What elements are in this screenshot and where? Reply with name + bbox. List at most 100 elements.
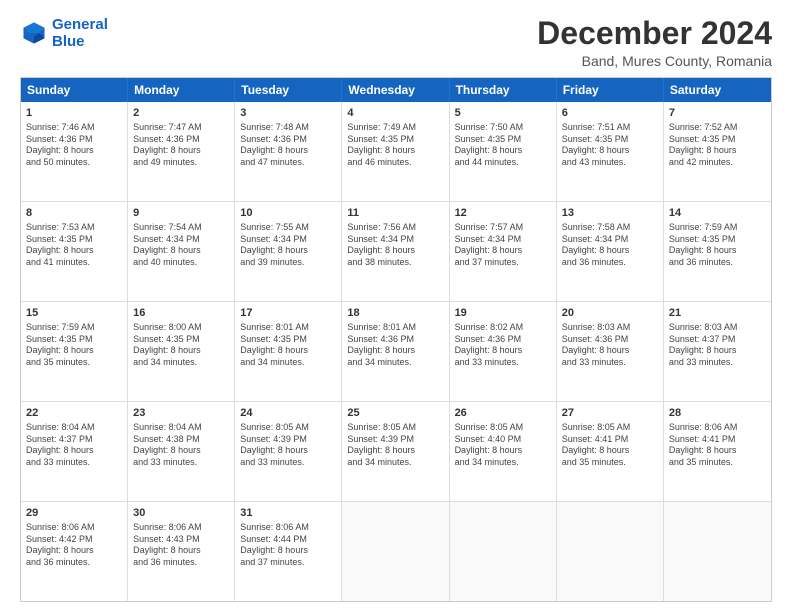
day-cell-30: 30Sunrise: 8:06 AMSunset: 4:43 PMDayligh…	[128, 502, 235, 601]
cell-line: and 36 minutes.	[133, 557, 229, 569]
cell-line: Sunset: 4:41 PM	[669, 434, 766, 446]
day-number: 24	[240, 406, 336, 421]
cell-line: Sunset: 4:36 PM	[347, 334, 443, 346]
day-number: 2	[133, 106, 229, 121]
day-cell-31: 31Sunrise: 8:06 AMSunset: 4:44 PMDayligh…	[235, 502, 342, 601]
cell-line: Sunset: 4:34 PM	[133, 234, 229, 246]
calendar-header: SundayMondayTuesdayWednesdayThursdayFrid…	[21, 78, 771, 102]
cell-line: and 36 minutes.	[669, 257, 766, 269]
cell-line: Daylight: 8 hours	[240, 445, 336, 457]
day-number: 7	[669, 106, 766, 121]
day-number: 3	[240, 106, 336, 121]
day-number: 30	[133, 506, 229, 521]
cell-line: Sunrise: 8:06 AM	[133, 522, 229, 534]
cell-line: Daylight: 8 hours	[562, 145, 658, 157]
cell-line: Sunset: 4:36 PM	[562, 334, 658, 346]
cell-line: Sunrise: 7:47 AM	[133, 122, 229, 134]
day-header-tuesday: Tuesday	[235, 78, 342, 102]
cell-line: Sunrise: 8:01 AM	[347, 322, 443, 334]
cell-line: Sunset: 4:34 PM	[562, 234, 658, 246]
cell-line: Daylight: 8 hours	[26, 145, 122, 157]
cell-line: Sunrise: 8:05 AM	[347, 422, 443, 434]
cell-line: Sunset: 4:35 PM	[669, 134, 766, 146]
cell-line: and 47 minutes.	[240, 157, 336, 169]
day-number: 18	[347, 306, 443, 321]
day-cell-21: 21Sunrise: 8:03 AMSunset: 4:37 PMDayligh…	[664, 302, 771, 401]
cell-line: and 33 minutes.	[669, 357, 766, 369]
cell-line: Sunset: 4:35 PM	[669, 234, 766, 246]
day-cell-17: 17Sunrise: 8:01 AMSunset: 4:35 PMDayligh…	[235, 302, 342, 401]
cell-line: Sunrise: 7:59 AM	[669, 222, 766, 234]
cell-line: Daylight: 8 hours	[133, 245, 229, 257]
day-cell-11: 11Sunrise: 7:56 AMSunset: 4:34 PMDayligh…	[342, 202, 449, 301]
cell-line: Daylight: 8 hours	[347, 345, 443, 357]
day-cell-24: 24Sunrise: 8:05 AMSunset: 4:39 PMDayligh…	[235, 402, 342, 501]
day-number: 16	[133, 306, 229, 321]
cell-line: Sunrise: 8:03 AM	[562, 322, 658, 334]
cell-line: and 44 minutes.	[455, 157, 551, 169]
day-cell-29: 29Sunrise: 8:06 AMSunset: 4:42 PMDayligh…	[21, 502, 128, 601]
cell-line: Sunset: 4:37 PM	[26, 434, 122, 446]
cell-line: Sunrise: 7:56 AM	[347, 222, 443, 234]
day-number: 9	[133, 206, 229, 221]
cell-line: Daylight: 8 hours	[240, 345, 336, 357]
day-cell-20: 20Sunrise: 8:03 AMSunset: 4:36 PMDayligh…	[557, 302, 664, 401]
cell-line: Daylight: 8 hours	[669, 245, 766, 257]
cell-line: Sunrise: 8:00 AM	[133, 322, 229, 334]
empty-cell-4-4	[450, 502, 557, 601]
cell-line: and 33 minutes.	[240, 457, 336, 469]
cell-line: Sunrise: 7:51 AM	[562, 122, 658, 134]
day-header-thursday: Thursday	[450, 78, 557, 102]
cell-line: and 49 minutes.	[133, 157, 229, 169]
day-cell-13: 13Sunrise: 7:58 AMSunset: 4:34 PMDayligh…	[557, 202, 664, 301]
day-number: 13	[562, 206, 658, 221]
cell-line: Daylight: 8 hours	[562, 445, 658, 457]
cell-line: Sunrise: 8:03 AM	[669, 322, 766, 334]
day-number: 20	[562, 306, 658, 321]
cell-line: Sunset: 4:38 PM	[133, 434, 229, 446]
logo-text: General Blue	[52, 16, 108, 51]
cell-line: and 33 minutes.	[26, 457, 122, 469]
cell-line: Daylight: 8 hours	[240, 245, 336, 257]
logo-icon	[20, 19, 48, 47]
cell-line: Sunset: 4:37 PM	[669, 334, 766, 346]
day-header-monday: Monday	[128, 78, 235, 102]
day-number: 26	[455, 406, 551, 421]
day-number: 8	[26, 206, 122, 221]
day-cell-12: 12Sunrise: 7:57 AMSunset: 4:34 PMDayligh…	[450, 202, 557, 301]
day-number: 22	[26, 406, 122, 421]
day-cell-14: 14Sunrise: 7:59 AMSunset: 4:35 PMDayligh…	[664, 202, 771, 301]
day-cell-3: 3Sunrise: 7:48 AMSunset: 4:36 PMDaylight…	[235, 102, 342, 201]
cell-line: Sunset: 4:36 PM	[240, 134, 336, 146]
day-number: 4	[347, 106, 443, 121]
day-number: 29	[26, 506, 122, 521]
cell-line: Sunrise: 7:52 AM	[669, 122, 766, 134]
cell-line: Sunset: 4:39 PM	[347, 434, 443, 446]
main-title: December 2024	[537, 16, 772, 51]
cell-line: Daylight: 8 hours	[562, 345, 658, 357]
cell-line: Daylight: 8 hours	[240, 545, 336, 557]
day-header-wednesday: Wednesday	[342, 78, 449, 102]
cell-line: and 33 minutes.	[133, 457, 229, 469]
day-number: 17	[240, 306, 336, 321]
day-header-sunday: Sunday	[21, 78, 128, 102]
day-cell-15: 15Sunrise: 7:59 AMSunset: 4:35 PMDayligh…	[21, 302, 128, 401]
cell-line: Sunrise: 7:53 AM	[26, 222, 122, 234]
cell-line: and 36 minutes.	[562, 257, 658, 269]
cell-line: Sunset: 4:34 PM	[347, 234, 443, 246]
day-cell-28: 28Sunrise: 8:06 AMSunset: 4:41 PMDayligh…	[664, 402, 771, 501]
cell-line: Sunrise: 7:57 AM	[455, 222, 551, 234]
cell-line: Daylight: 8 hours	[562, 245, 658, 257]
week-row-2: 8Sunrise: 7:53 AMSunset: 4:35 PMDaylight…	[21, 202, 771, 302]
cell-line: Daylight: 8 hours	[133, 145, 229, 157]
cell-line: and 33 minutes.	[562, 357, 658, 369]
cell-line: Sunset: 4:35 PM	[26, 334, 122, 346]
cell-line: and 38 minutes.	[347, 257, 443, 269]
day-cell-18: 18Sunrise: 8:01 AMSunset: 4:36 PMDayligh…	[342, 302, 449, 401]
cell-line: Daylight: 8 hours	[133, 545, 229, 557]
cell-line: Sunrise: 8:06 AM	[669, 422, 766, 434]
subtitle: Band, Mures County, Romania	[537, 53, 772, 69]
day-number: 15	[26, 306, 122, 321]
day-cell-4: 4Sunrise: 7:49 AMSunset: 4:35 PMDaylight…	[342, 102, 449, 201]
cell-line: and 50 minutes.	[26, 157, 122, 169]
